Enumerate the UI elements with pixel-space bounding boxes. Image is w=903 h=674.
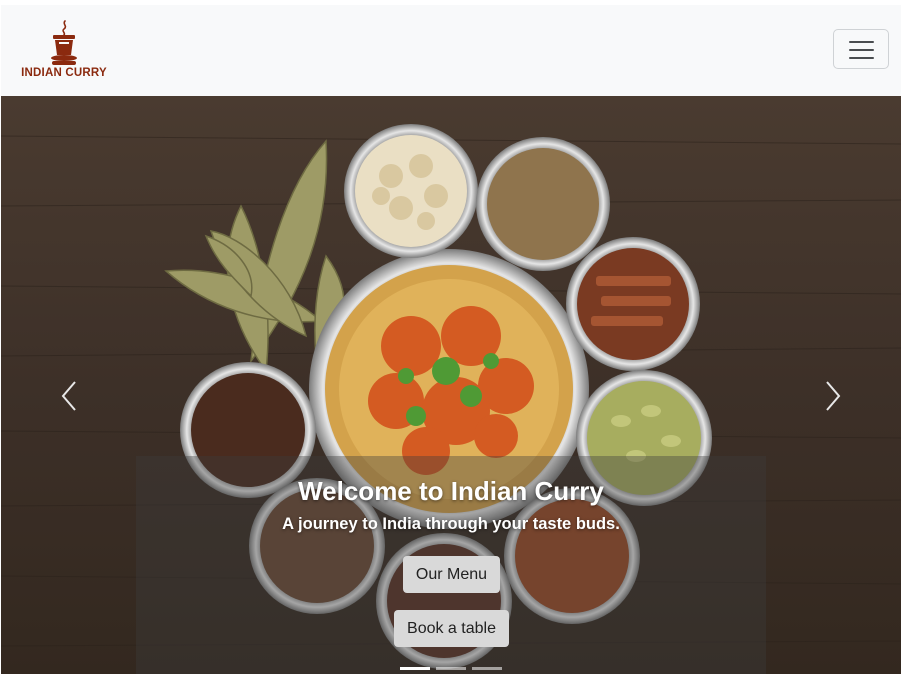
chevron-left-icon <box>61 381 76 411</box>
coffee-cup-logo-icon <box>51 20 77 65</box>
carousel-indicators <box>400 667 510 674</box>
carousel-next-button[interactable] <box>813 366 853 426</box>
carousel-indicator-1[interactable] <box>400 667 430 670</box>
book-table-button[interactable]: Book a table <box>394 610 509 647</box>
page: INDIAN CURRY Welcome to Indian Curry A j… <box>0 0 903 674</box>
carousel-indicator-2[interactable] <box>436 667 466 670</box>
brand-logo-link[interactable]: INDIAN CURRY <box>18 20 110 80</box>
brand-name: INDIAN CURRY <box>21 67 107 79</box>
hero-carousel: Welcome to Indian Curry A journey to Ind… <box>1 96 901 674</box>
carousel-indicator-3[interactable] <box>472 667 502 670</box>
navbar-toggle-button[interactable] <box>833 29 889 69</box>
hero-title: Welcome to Indian Curry <box>298 476 604 506</box>
our-menu-button[interactable]: Our Menu <box>403 556 500 593</box>
carousel-caption: Welcome to Indian Curry A journey to Ind… <box>136 456 766 647</box>
hero-subtitle: A journey to India through your taste bu… <box>282 515 620 533</box>
chevron-right-icon <box>826 381 841 411</box>
carousel-prev-button[interactable] <box>49 366 89 426</box>
navbar: INDIAN CURRY <box>1 5 901 96</box>
